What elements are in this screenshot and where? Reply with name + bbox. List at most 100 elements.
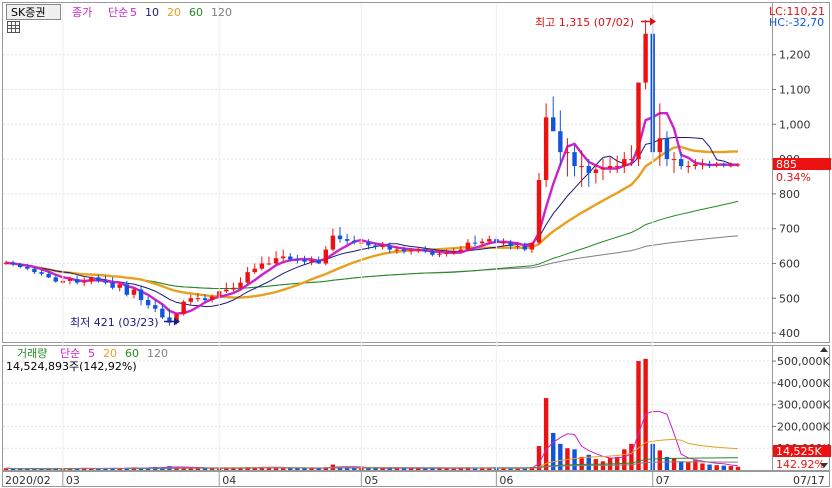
volume-bar xyxy=(515,468,520,470)
candle-body xyxy=(728,165,734,167)
candle-body xyxy=(138,289,144,300)
volume-tick-label: 500,000K xyxy=(777,355,830,368)
candle-body xyxy=(153,305,158,309)
candle-body xyxy=(32,268,37,273)
grid-settings-icon[interactable] xyxy=(7,21,20,33)
x-tick-label: 06 xyxy=(499,474,513,487)
volume-bar xyxy=(728,466,734,470)
candle-body xyxy=(686,166,691,168)
candle-body xyxy=(600,167,606,170)
candle-body xyxy=(735,164,741,166)
volume-bar xyxy=(551,432,556,470)
volume-bar xyxy=(380,468,385,470)
ma-legend-item: 20 xyxy=(167,6,181,19)
volume-value: 14,524,893주(142,92%) xyxy=(6,360,137,373)
volume-ma-type: 단순 xyxy=(60,347,80,360)
candle-body xyxy=(302,259,307,262)
candle-body xyxy=(309,259,314,262)
volume-bar xyxy=(622,449,627,470)
candle-body xyxy=(579,166,584,168)
volume-bar xyxy=(678,461,684,470)
price-tick-label: 700 xyxy=(779,223,800,236)
candle-body xyxy=(3,262,9,264)
volume-ma-legend-item: 5 xyxy=(88,347,95,360)
candle-body xyxy=(74,279,80,283)
price-tick-label: 1,100 xyxy=(779,84,811,97)
ma-type-label: 단순 xyxy=(108,6,128,19)
x-axis-frame xyxy=(2,471,830,487)
candle-body xyxy=(508,242,513,247)
volume-bar xyxy=(451,468,456,470)
ma-legend-item: 120 xyxy=(211,6,232,19)
candle-body xyxy=(394,249,400,251)
candle-body xyxy=(117,284,122,288)
candle-body xyxy=(124,284,130,295)
x-tick-label: 2020/02 xyxy=(5,474,51,487)
candle-body xyxy=(423,249,428,252)
volume-ma-legend-item: 120 xyxy=(147,347,168,360)
candle-body xyxy=(96,277,101,281)
candle-body xyxy=(693,164,698,167)
candle-body xyxy=(529,242,535,250)
volume-bar xyxy=(721,465,726,470)
candle-body xyxy=(344,239,350,241)
candle-body xyxy=(195,298,201,300)
volume-tick-label: 400,000K xyxy=(777,377,830,390)
volume-bar xyxy=(636,361,641,470)
candle-body xyxy=(515,246,520,248)
candle-body xyxy=(145,299,151,306)
candle-body xyxy=(572,152,577,167)
volume-tick-label: 200,000K xyxy=(777,420,830,433)
candle-body xyxy=(67,279,73,281)
candle-body xyxy=(415,249,421,251)
volume-bar xyxy=(629,443,634,470)
candle-body xyxy=(18,264,23,267)
x-tick-label: 07/17 xyxy=(793,474,825,487)
x-tick-label: 05 xyxy=(364,474,378,487)
x-tick-label: 03 xyxy=(66,474,80,487)
volume-bar xyxy=(671,458,677,470)
volume-bar xyxy=(657,450,663,470)
candle-body xyxy=(160,308,165,318)
current-change: 0.34% xyxy=(776,171,811,184)
volume-bar xyxy=(309,468,314,470)
candle-body xyxy=(479,241,485,244)
volume-bar xyxy=(366,468,371,470)
hc-value: HC:-32,70 xyxy=(769,16,824,29)
candle-body xyxy=(46,273,51,278)
price-tick-label: 400 xyxy=(779,327,800,340)
volume-bar xyxy=(686,462,691,470)
ma-legend-item: 10 xyxy=(145,6,159,19)
candle-body xyxy=(259,263,265,269)
ma-legend-item: 60 xyxy=(189,6,203,19)
volume-bar xyxy=(707,464,712,470)
candle-body xyxy=(280,256,286,259)
volume-bar xyxy=(543,398,549,470)
volume-ma-legend-item: 60 xyxy=(125,347,139,360)
candle-body xyxy=(245,272,250,283)
current-volume: 14,525K xyxy=(776,445,822,458)
current-volume-pct: 142.92% xyxy=(776,458,825,471)
volume-ma-legend-item: 20 xyxy=(103,347,117,360)
candle-body xyxy=(721,164,726,166)
candle-body xyxy=(408,250,414,252)
candle-body xyxy=(543,117,549,180)
candle-body xyxy=(586,166,591,173)
candle-body xyxy=(89,277,94,282)
price-tick-label: 1,200 xyxy=(779,49,811,62)
volume-bar xyxy=(579,456,584,470)
x-tick-label: 04 xyxy=(222,474,236,487)
volume-tick-label: 300,000K xyxy=(777,399,830,412)
candle-body xyxy=(53,277,58,282)
candle-body xyxy=(209,296,215,300)
candle-body xyxy=(39,272,44,274)
volume-bar xyxy=(572,449,577,470)
candle-body xyxy=(25,266,30,269)
x-tick-label: 07 xyxy=(656,474,670,487)
candle-body xyxy=(295,259,300,261)
candle-body xyxy=(202,298,208,300)
candle-body xyxy=(131,289,137,295)
candle-body xyxy=(288,256,293,260)
candle-body xyxy=(522,246,527,250)
price-tick-label: 800 xyxy=(779,188,800,201)
